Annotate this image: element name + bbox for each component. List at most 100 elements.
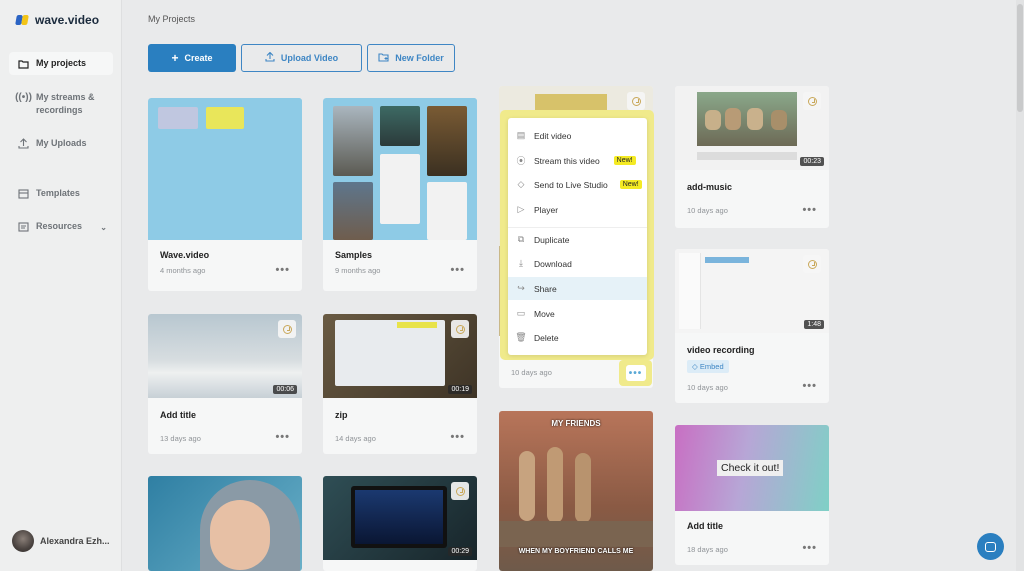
tag-icon: ◇ xyxy=(517,179,525,189)
sidebar-item-my-uploads[interactable]: My Uploads xyxy=(9,132,113,155)
sidebar-item-label: My streams & recordings xyxy=(36,92,95,115)
menu-item-label: Duplicate xyxy=(534,234,570,245)
video-card-add-title-gradient[interactable]: Check it out! Add title 18 days ago ••• xyxy=(675,425,829,565)
upload-video-button[interactable]: Upload Video xyxy=(241,44,362,72)
more-options-button-active[interactable]: ••• xyxy=(619,360,652,386)
video-card[interactable]: 00:29 xyxy=(323,476,477,571)
new-badge: New! xyxy=(613,156,636,165)
menu-item-label: Download xyxy=(534,258,572,269)
chevron-down-icon: ⌄ xyxy=(100,223,107,232)
sidebar: wave.video My projects ((•)) My streams … xyxy=(0,0,122,571)
more-options-button[interactable]: ••• xyxy=(802,542,817,554)
folder-thumbnail xyxy=(148,98,302,240)
folder-card-samples[interactable]: Samples 9 months ago ••• xyxy=(323,98,477,291)
folder-title: Samples xyxy=(335,250,373,260)
resources-icon xyxy=(18,221,29,232)
menu-item-label: Delete xyxy=(534,332,559,343)
clock-icon xyxy=(627,92,645,110)
video-date: 10 days ago xyxy=(687,206,728,215)
folder-date: 4 months ago xyxy=(160,266,206,275)
sidebar-item-label: Templates xyxy=(36,188,80,198)
new-badge: New! xyxy=(619,180,642,189)
sidebar-item-my-projects[interactable]: My projects xyxy=(9,52,113,75)
upload-icon xyxy=(18,138,29,149)
menu-item-label: Share xyxy=(534,283,557,294)
video-title: video recording xyxy=(687,345,755,355)
video-card[interactable] xyxy=(148,476,302,571)
more-options-button[interactable]: ••• xyxy=(450,264,465,276)
video-date: 13 days ago xyxy=(160,434,201,443)
video-thumbnail xyxy=(148,476,302,571)
more-options-button[interactable]: ••• xyxy=(802,204,817,216)
video-title: add-music xyxy=(687,182,733,192)
sidebar-item-my-streams[interactable]: ((•)) My streams & recordings xyxy=(9,86,113,122)
meme-top-text: MY FRIENDS xyxy=(551,419,601,428)
clock-icon xyxy=(278,320,296,338)
app-name: wave.video xyxy=(35,13,100,27)
folder-date: 9 months ago xyxy=(335,266,381,275)
embed-icon: ◇ xyxy=(692,362,700,371)
create-button[interactable]: + Create xyxy=(148,44,236,72)
menu-item-stream-this-video[interactable]: ⦿ Stream this video New! xyxy=(508,149,647,172)
scrollbar-thumb[interactable] xyxy=(1017,4,1023,112)
duration-label: 00:19 xyxy=(448,385,472,394)
embed-badge[interactable]: ◇ Embed xyxy=(687,360,729,373)
video-thumbnail xyxy=(499,411,653,571)
duration-label: 00:29 xyxy=(448,547,472,556)
more-options-button[interactable]: ••• xyxy=(275,431,290,443)
edit-icon: ▤ xyxy=(516,130,526,140)
context-menu: ▤ Edit video ⦿ Stream this video New! ◇ … xyxy=(508,118,647,355)
download-icon: ⤓ xyxy=(519,258,523,268)
video-card-video-recording[interactable]: 1:48 video recording ◇ Embed 10 days ago… xyxy=(675,249,829,403)
video-card-add-title[interactable]: 00:06 Add title 13 days ago ••• xyxy=(148,314,302,454)
video-card-add-music[interactable]: 00:23 add-music 10 days ago ••• xyxy=(675,86,829,228)
more-options-button[interactable]: ••• xyxy=(275,264,290,276)
sidebar-item-resources[interactable]: Resources ⌄ xyxy=(9,215,113,238)
new-folder-icon xyxy=(378,52,389,64)
menu-item-move[interactable]: ▭ Move xyxy=(508,302,647,325)
upload-video-label: Upload Video xyxy=(280,53,339,63)
user-profile[interactable]: Alexandra Ezh... xyxy=(12,530,110,552)
meme-bottom-text: WHEN MY BOYFRIEND CALLS ME xyxy=(518,548,634,555)
logo-icon xyxy=(15,15,30,25)
more-options-button[interactable]: ••• xyxy=(802,380,817,392)
upload-icon xyxy=(265,51,275,64)
share-icon: ↪ xyxy=(517,283,525,293)
new-folder-label: New Folder xyxy=(395,53,444,63)
user-name: Alexandra Ezh... xyxy=(40,536,110,546)
video-card-meme[interactable]: MY FRIENDS WHEN MY BOYFRIEND CALLS ME xyxy=(499,411,653,571)
video-title: Add title xyxy=(160,410,196,420)
menu-item-download[interactable]: ⤓ Download xyxy=(508,252,647,275)
app-logo[interactable]: wave.video xyxy=(15,13,100,27)
folder-card-wave-video[interactable]: Wave.video 4 months ago ••• xyxy=(148,98,302,291)
menu-item-player[interactable]: ▷ Player xyxy=(508,198,647,221)
new-folder-button[interactable]: New Folder xyxy=(367,44,455,72)
duration-label: 00:23 xyxy=(800,157,824,166)
trash-icon: 🗑 xyxy=(515,332,527,342)
sidebar-item-templates[interactable]: Templates xyxy=(9,182,113,205)
video-date: 14 days ago xyxy=(335,434,376,443)
duplicate-icon: ⧉ xyxy=(517,234,525,244)
menu-item-share[interactable]: ↪ Share xyxy=(508,277,647,300)
video-date: 18 days ago xyxy=(687,545,728,554)
folder-icon: ▭ xyxy=(516,308,526,318)
more-options-button[interactable]: ••• xyxy=(450,431,465,443)
menu-item-label: Player xyxy=(534,204,559,215)
sidebar-item-label: Resources xyxy=(36,221,83,231)
create-button-label: Create xyxy=(184,53,213,63)
video-title: Add title xyxy=(687,521,723,531)
menu-item-duplicate[interactable]: ⧉ Duplicate xyxy=(508,228,647,251)
menu-item-edit-video[interactable]: ▤ Edit video xyxy=(508,124,647,147)
duration-label: 00:06 xyxy=(273,385,297,394)
scrollbar[interactable] xyxy=(1016,0,1024,571)
clock-icon xyxy=(451,320,469,338)
menu-item-send-to-live-studio[interactable]: ◇ Send to Live Studio New! xyxy=(508,173,647,196)
chat-support-button[interactable] xyxy=(977,533,1004,560)
clock-icon xyxy=(451,482,469,500)
sidebar-item-label: My Uploads xyxy=(36,138,87,148)
menu-item-label: Edit video xyxy=(534,130,572,141)
video-card-zip[interactable]: 00:19 zip 14 days ago ••• xyxy=(323,314,477,454)
play-icon: ▷ xyxy=(517,204,525,214)
chat-icon xyxy=(985,541,996,552)
menu-item-delete[interactable]: 🗑 Delete xyxy=(508,326,647,349)
